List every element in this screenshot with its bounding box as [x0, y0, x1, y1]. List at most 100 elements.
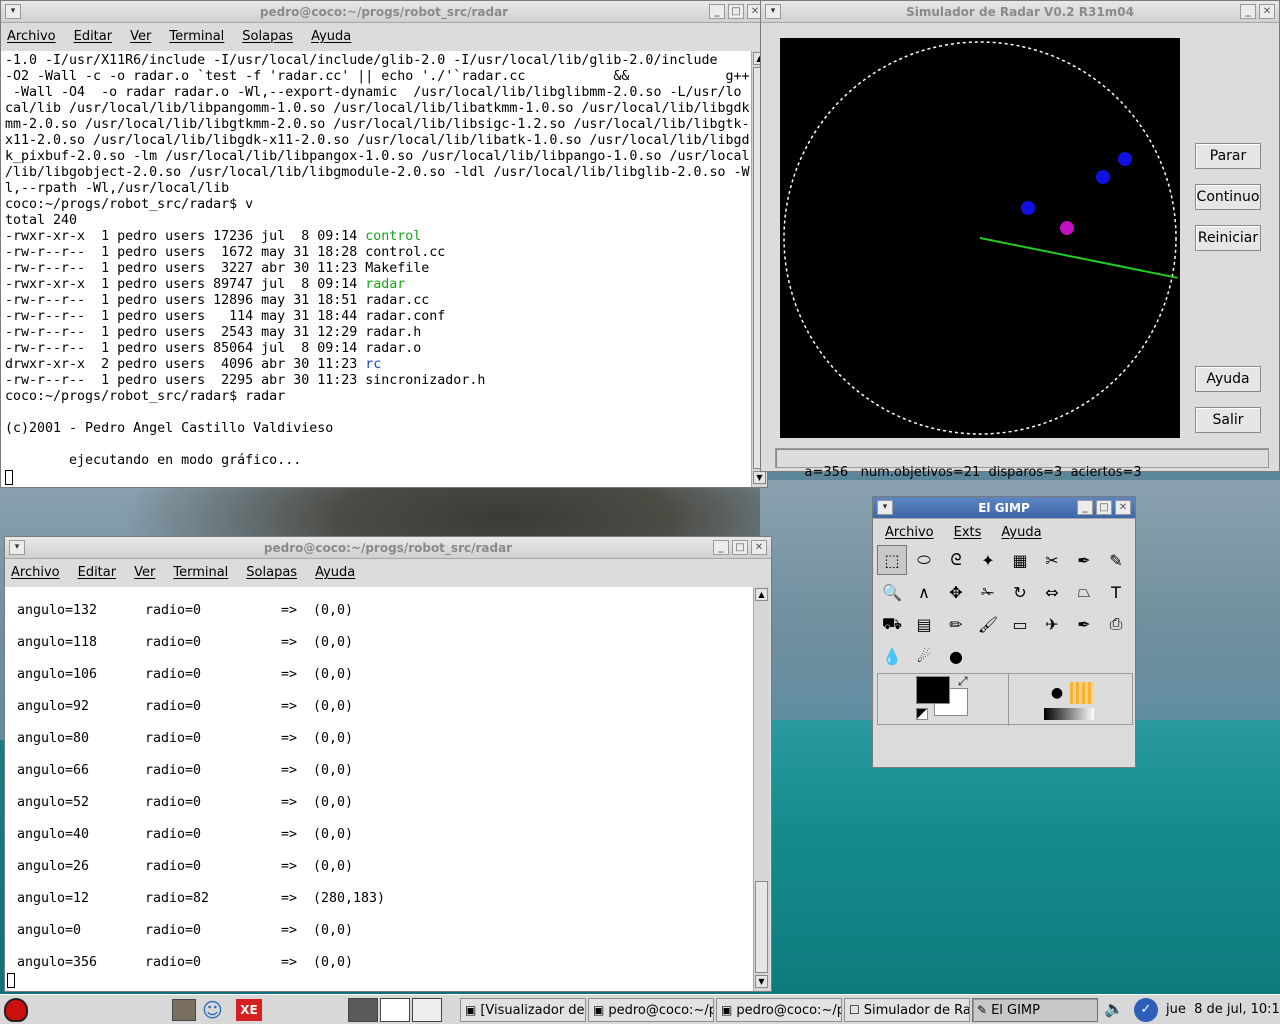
dodge-burn-tool-icon[interactable]: ●: [941, 641, 971, 671]
gradient-preview-icon[interactable]: [1044, 708, 1094, 720]
paths-tool-icon[interactable]: ✒: [1069, 545, 1099, 575]
scroll-down-arrow[interactable]: ▼: [755, 975, 768, 988]
menu-solapas[interactable]: Solapas: [246, 565, 297, 580]
close-button[interactable]: ✕: [751, 540, 767, 555]
zoom-tool-icon[interactable]: 🔍: [877, 577, 907, 607]
title-bar[interactable]: ▾ Simulador de Radar V0.2 R31m04 _ ✕: [761, 1, 1279, 23]
foreground-color-swatch[interactable]: [916, 676, 950, 704]
menu-terminal[interactable]: Terminal: [173, 565, 228, 580]
window-menu-icon[interactable]: ▾: [765, 4, 781, 19]
task-visualizador[interactable]: ▣ [Visualizador de a: [460, 998, 586, 1022]
continuo-button[interactable]: Continuo: [1195, 184, 1261, 210]
convolve-tool-icon[interactable]: 💧: [877, 641, 907, 671]
reiniciar-button[interactable]: Reiniciar: [1195, 225, 1261, 251]
measure-tool-icon[interactable]: ∧: [909, 577, 939, 607]
color-select-tool-icon[interactable]: ▦: [1005, 545, 1035, 575]
close-button[interactable]: ✕: [1115, 500, 1131, 515]
parar-button[interactable]: Parar: [1195, 143, 1261, 169]
title-bar[interactable]: ▾ pedro@coco:~/progs/robot_src/radar _ □…: [5, 537, 771, 559]
ayuda-button[interactable]: Ayuda: [1195, 366, 1261, 392]
menu-ver[interactable]: Ver: [134, 565, 155, 580]
window-menu-icon[interactable]: ▾: [877, 500, 893, 515]
menu-archivo[interactable]: Archivo: [11, 565, 60, 580]
color-picker-tool-icon[interactable]: ✎: [1101, 545, 1131, 575]
flip-tool-icon[interactable]: ⇔: [1037, 577, 1067, 607]
airbrush-tool-icon[interactable]: ✈: [1037, 609, 1067, 639]
people-icon[interactable]: ☺: [202, 998, 228, 1022]
menu-ayuda[interactable]: Ayuda: [1001, 525, 1041, 540]
maximize-button[interactable]: □: [1096, 500, 1112, 515]
minimize-button[interactable]: _: [1077, 500, 1093, 515]
workspace-3[interactable]: [412, 998, 442, 1022]
bucket-fill-tool-icon[interactable]: ⛟: [877, 609, 907, 639]
clock[interactable]: jue 8 de jul, 10:11: [1166, 1002, 1280, 1017]
menu-terminal[interactable]: Terminal: [169, 29, 224, 44]
text-tool-icon[interactable]: T: [1101, 577, 1131, 607]
menu-solapas[interactable]: Solapas: [242, 29, 293, 44]
minimize-button[interactable]: _: [1240, 4, 1256, 19]
task-gimp[interactable]: ✎ El GIMP: [972, 998, 1098, 1022]
update-status-icon[interactable]: ✓: [1134, 998, 1158, 1022]
swap-colors-icon[interactable]: ⤢: [958, 674, 968, 689]
perspective-tool-icon[interactable]: ⏢: [1069, 577, 1099, 607]
window-menu-icon[interactable]: ▾: [9, 540, 25, 555]
window-menu-icon[interactable]: ▾: [5, 4, 21, 19]
file-meta: -rw-r--r-- 1 pedro users 1672 may 31 18:…: [5, 245, 366, 260]
printer-icon[interactable]: [172, 999, 196, 1021]
maximize-button[interactable]: □: [732, 540, 748, 555]
task-terminal-1[interactable]: ▣ pedro@coco:~/pr: [588, 998, 714, 1022]
rect-select-tool-icon[interactable]: ⬚: [877, 545, 907, 575]
task-terminal-2[interactable]: ▣ pedro@coco:~/pr: [716, 998, 842, 1022]
scroll-thumb[interactable]: [755, 881, 768, 973]
default-colors-icon[interactable]: [916, 708, 928, 720]
terminal-output[interactable]: -1.0 -I/usr/X11R6/include -I/usr/local/i…: [1, 51, 751, 487]
menu-ver[interactable]: Ver: [130, 29, 151, 44]
crop-tool-icon[interactable]: ✁: [973, 577, 1003, 607]
terminal-output[interactable]: angulo=132 radio=0 => (0,0) angulo=118 radio=…: [5, 587, 753, 991]
menu-archivo[interactable]: Archivo: [885, 525, 934, 540]
title-bar[interactable]: ▾ pedro@coco:~/progs/robot_src/radar _ □…: [1, 1, 767, 23]
menu-exts[interactable]: Exts: [954, 525, 982, 540]
menu-editar[interactable]: Editar: [78, 565, 117, 580]
scissors-tool-icon[interactable]: ✂: [1037, 545, 1067, 575]
task-simulador[interactable]: ☐ Simulador de Rad: [844, 998, 970, 1022]
menu-ayuda[interactable]: Ayuda: [315, 565, 355, 580]
workspace-1[interactable]: [348, 998, 378, 1022]
scrollbar[interactable]: ▲ ▼: [753, 587, 769, 991]
scroll-up-arrow[interactable]: ▲: [755, 588, 768, 601]
free-select-tool-icon[interactable]: ᘓ: [941, 545, 971, 575]
fuzzy-select-tool-icon[interactable]: ✦: [973, 545, 1003, 575]
workspace-switcher[interactable]: [348, 998, 448, 1022]
file-name: radar.conf: [365, 309, 446, 324]
ellipse-select-tool-icon[interactable]: ⬭: [909, 545, 939, 575]
workspace-2[interactable]: [380, 998, 410, 1022]
salir-button[interactable]: Salir: [1195, 407, 1261, 433]
redhat-menu-icon[interactable]: [4, 998, 28, 1022]
transform-tool-icon[interactable]: ↻: [1005, 577, 1035, 607]
close-button[interactable]: ✕: [1259, 4, 1275, 19]
menu-ayuda[interactable]: Ayuda: [311, 29, 351, 44]
eraser-tool-icon[interactable]: ▭: [1005, 609, 1035, 639]
window-title: El GIMP: [978, 500, 1030, 515]
minimize-button[interactable]: _: [709, 4, 725, 19]
blend-tool-icon[interactable]: ▤: [909, 609, 939, 639]
clone-tool-icon[interactable]: ⎙: [1101, 609, 1131, 639]
brush-preview-icon[interactable]: ●: [1046, 682, 1068, 704]
menu-editar[interactable]: Editar: [74, 29, 113, 44]
window-title: Simulador de Radar V0.2 R31m04: [906, 4, 1134, 19]
scroll-down-arrow[interactable]: ▼: [753, 471, 766, 484]
menu-archivo[interactable]: Archivo: [7, 29, 56, 44]
maximize-button[interactable]: □: [728, 4, 744, 19]
log-row: angulo=12 radio=82 => (280,183): [17, 883, 753, 915]
pencil-tool-icon[interactable]: ✏: [941, 609, 971, 639]
pattern-preview-icon[interactable]: [1070, 682, 1094, 704]
minimize-button[interactable]: _: [713, 540, 729, 555]
move-tool-icon[interactable]: ✥: [941, 577, 971, 607]
ink-tool-icon[interactable]: ✒: [1069, 609, 1099, 639]
smudge-tool-icon[interactable]: ☄: [909, 641, 939, 671]
paintbrush-tool-icon[interactable]: 🖌: [973, 609, 1003, 639]
title-bar[interactable]: ▾ El GIMP _ □ ✕: [873, 497, 1135, 519]
volume-icon[interactable]: 🔈: [1104, 999, 1124, 1018]
xe-app-icon[interactable]: XE: [236, 999, 262, 1021]
